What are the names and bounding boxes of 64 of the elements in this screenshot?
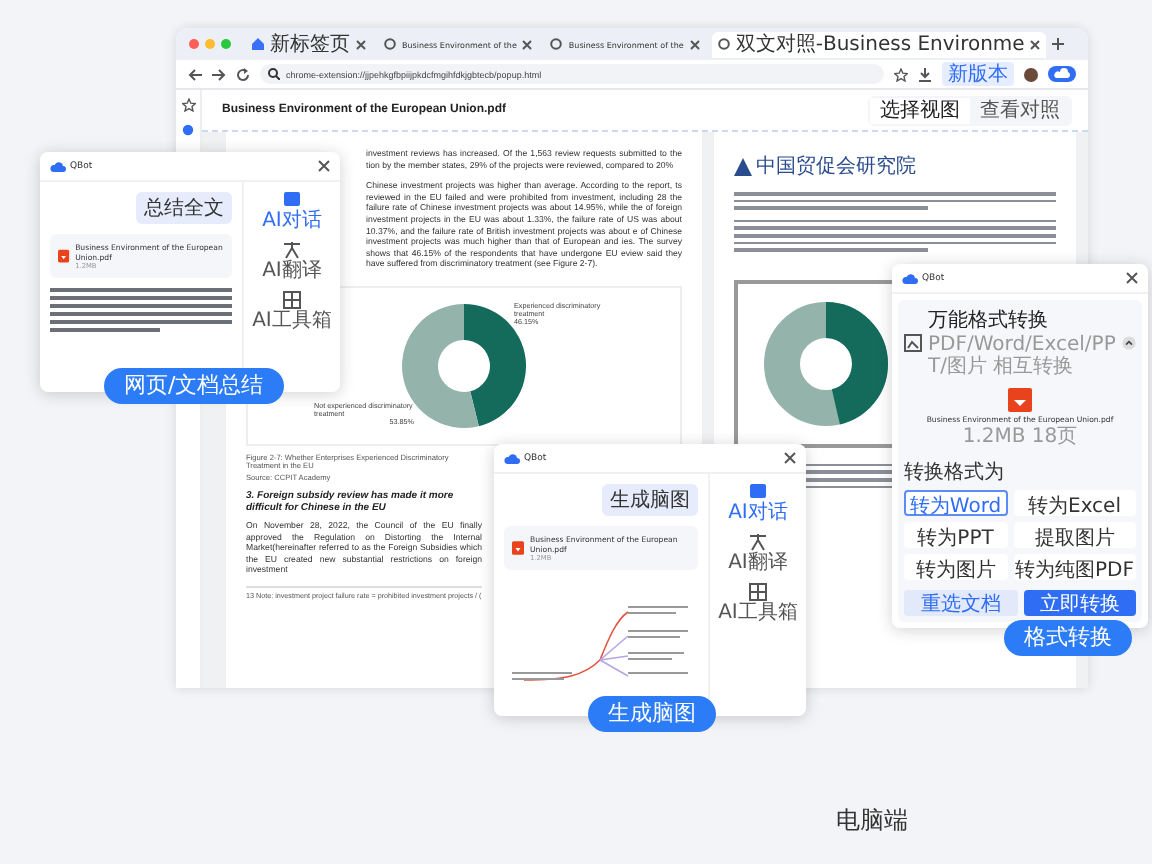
sidebar-tool[interactable]: AI对话 <box>262 190 322 232</box>
options-label: 转换格式为 <box>904 459 1006 486</box>
star-icon[interactable] <box>181 98 195 112</box>
file-size: 1.2MB 18页 <box>962 426 1078 448</box>
feature-label: 格式转换 <box>1004 620 1132 656</box>
close-icon[interactable] <box>318 160 330 172</box>
chat-icon <box>281 190 302 210</box>
browser-tab[interactable]: 双文对照-Business Environme <box>711 31 1047 57</box>
sidebar-tool[interactable]: AI对话 <box>728 482 788 524</box>
image-file-icon <box>904 333 922 351</box>
grid-icon <box>281 290 302 310</box>
logo-text: 中国贸促会研究院 <box>756 153 916 180</box>
logo-icon <box>734 157 752 175</box>
format-option[interactable]: 转为PPT <box>904 522 1008 548</box>
close-icon[interactable] <box>784 452 796 464</box>
cloud-icon <box>504 452 520 464</box>
format-option[interactable]: 转为Word <box>904 490 1008 516</box>
format-option[interactable]: 转为图片 <box>904 554 1008 580</box>
grid-icon <box>747 582 768 602</box>
forward-icon[interactable] <box>212 67 226 81</box>
search-icon <box>268 68 280 80</box>
star-icon[interactable] <box>894 67 908 81</box>
convert-button[interactable]: 立即转换 <box>1023 590 1136 616</box>
cloud-icon <box>1048 66 1076 82</box>
collapse-icon[interactable] <box>1122 335 1136 349</box>
tool-subtitle: PDF/Word/Excel/PPT/图片 相互转换 <box>928 334 1116 378</box>
close-icon[interactable] <box>1126 272 1138 284</box>
format-option[interactable]: 转为Excel <box>1013 490 1136 516</box>
translate-icon <box>747 532 768 552</box>
logo-icon <box>182 124 194 136</box>
cloud-icon <box>50 160 66 172</box>
avatar-icon[interactable] <box>1024 67 1038 81</box>
back-icon[interactable] <box>188 67 202 81</box>
pdf-file-icon <box>1008 388 1032 412</box>
feature-label: 网页/文档总结 <box>104 368 284 404</box>
sidebar-tool[interactable]: AI翻译 <box>728 532 788 574</box>
close-icon[interactable] <box>522 39 533 49</box>
home-icon <box>252 38 264 50</box>
browser-tab[interactable]: 新标签页 <box>246 31 372 57</box>
chat-message: 生成脑图 <box>602 484 698 516</box>
caption-text: 电脑端 <box>836 804 910 838</box>
chat-icon <box>747 482 768 502</box>
reload-icon[interactable] <box>236 67 250 81</box>
translate-icon <box>281 240 302 260</box>
download-icon[interactable] <box>918 67 932 81</box>
format-option[interactable]: 转为纯图PDF <box>1013 554 1136 580</box>
feature-label: 生成脑图 <box>588 696 716 732</box>
pdf-file-icon <box>58 248 70 264</box>
reselect-button[interactable]: 重选文档 <box>904 590 1017 616</box>
view-button[interactable]: 查看对照 <box>970 97 1070 123</box>
new-tab-icon <box>1052 38 1065 50</box>
chat-message: 总结全文 <box>136 192 232 224</box>
tool-title: 万能格式转换 <box>928 307 1050 334</box>
sidebar-tool[interactable]: AI翻译 <box>262 240 322 282</box>
cloud-icon <box>902 272 918 284</box>
sidebar-tool[interactable]: AI工具箱 <box>718 582 798 624</box>
sidebar-tool[interactable]: AI工具箱 <box>252 290 332 332</box>
close-icon[interactable] <box>1030 39 1041 49</box>
format-option[interactable]: 提取图片 <box>1013 522 1136 548</box>
version-button[interactable]: 新版本 <box>942 62 1014 86</box>
close-icon[interactable] <box>689 39 700 49</box>
pdf-file-icon <box>512 540 524 556</box>
view-button[interactable]: 选择视图 <box>870 97 970 123</box>
close-icon[interactable] <box>356 39 366 49</box>
